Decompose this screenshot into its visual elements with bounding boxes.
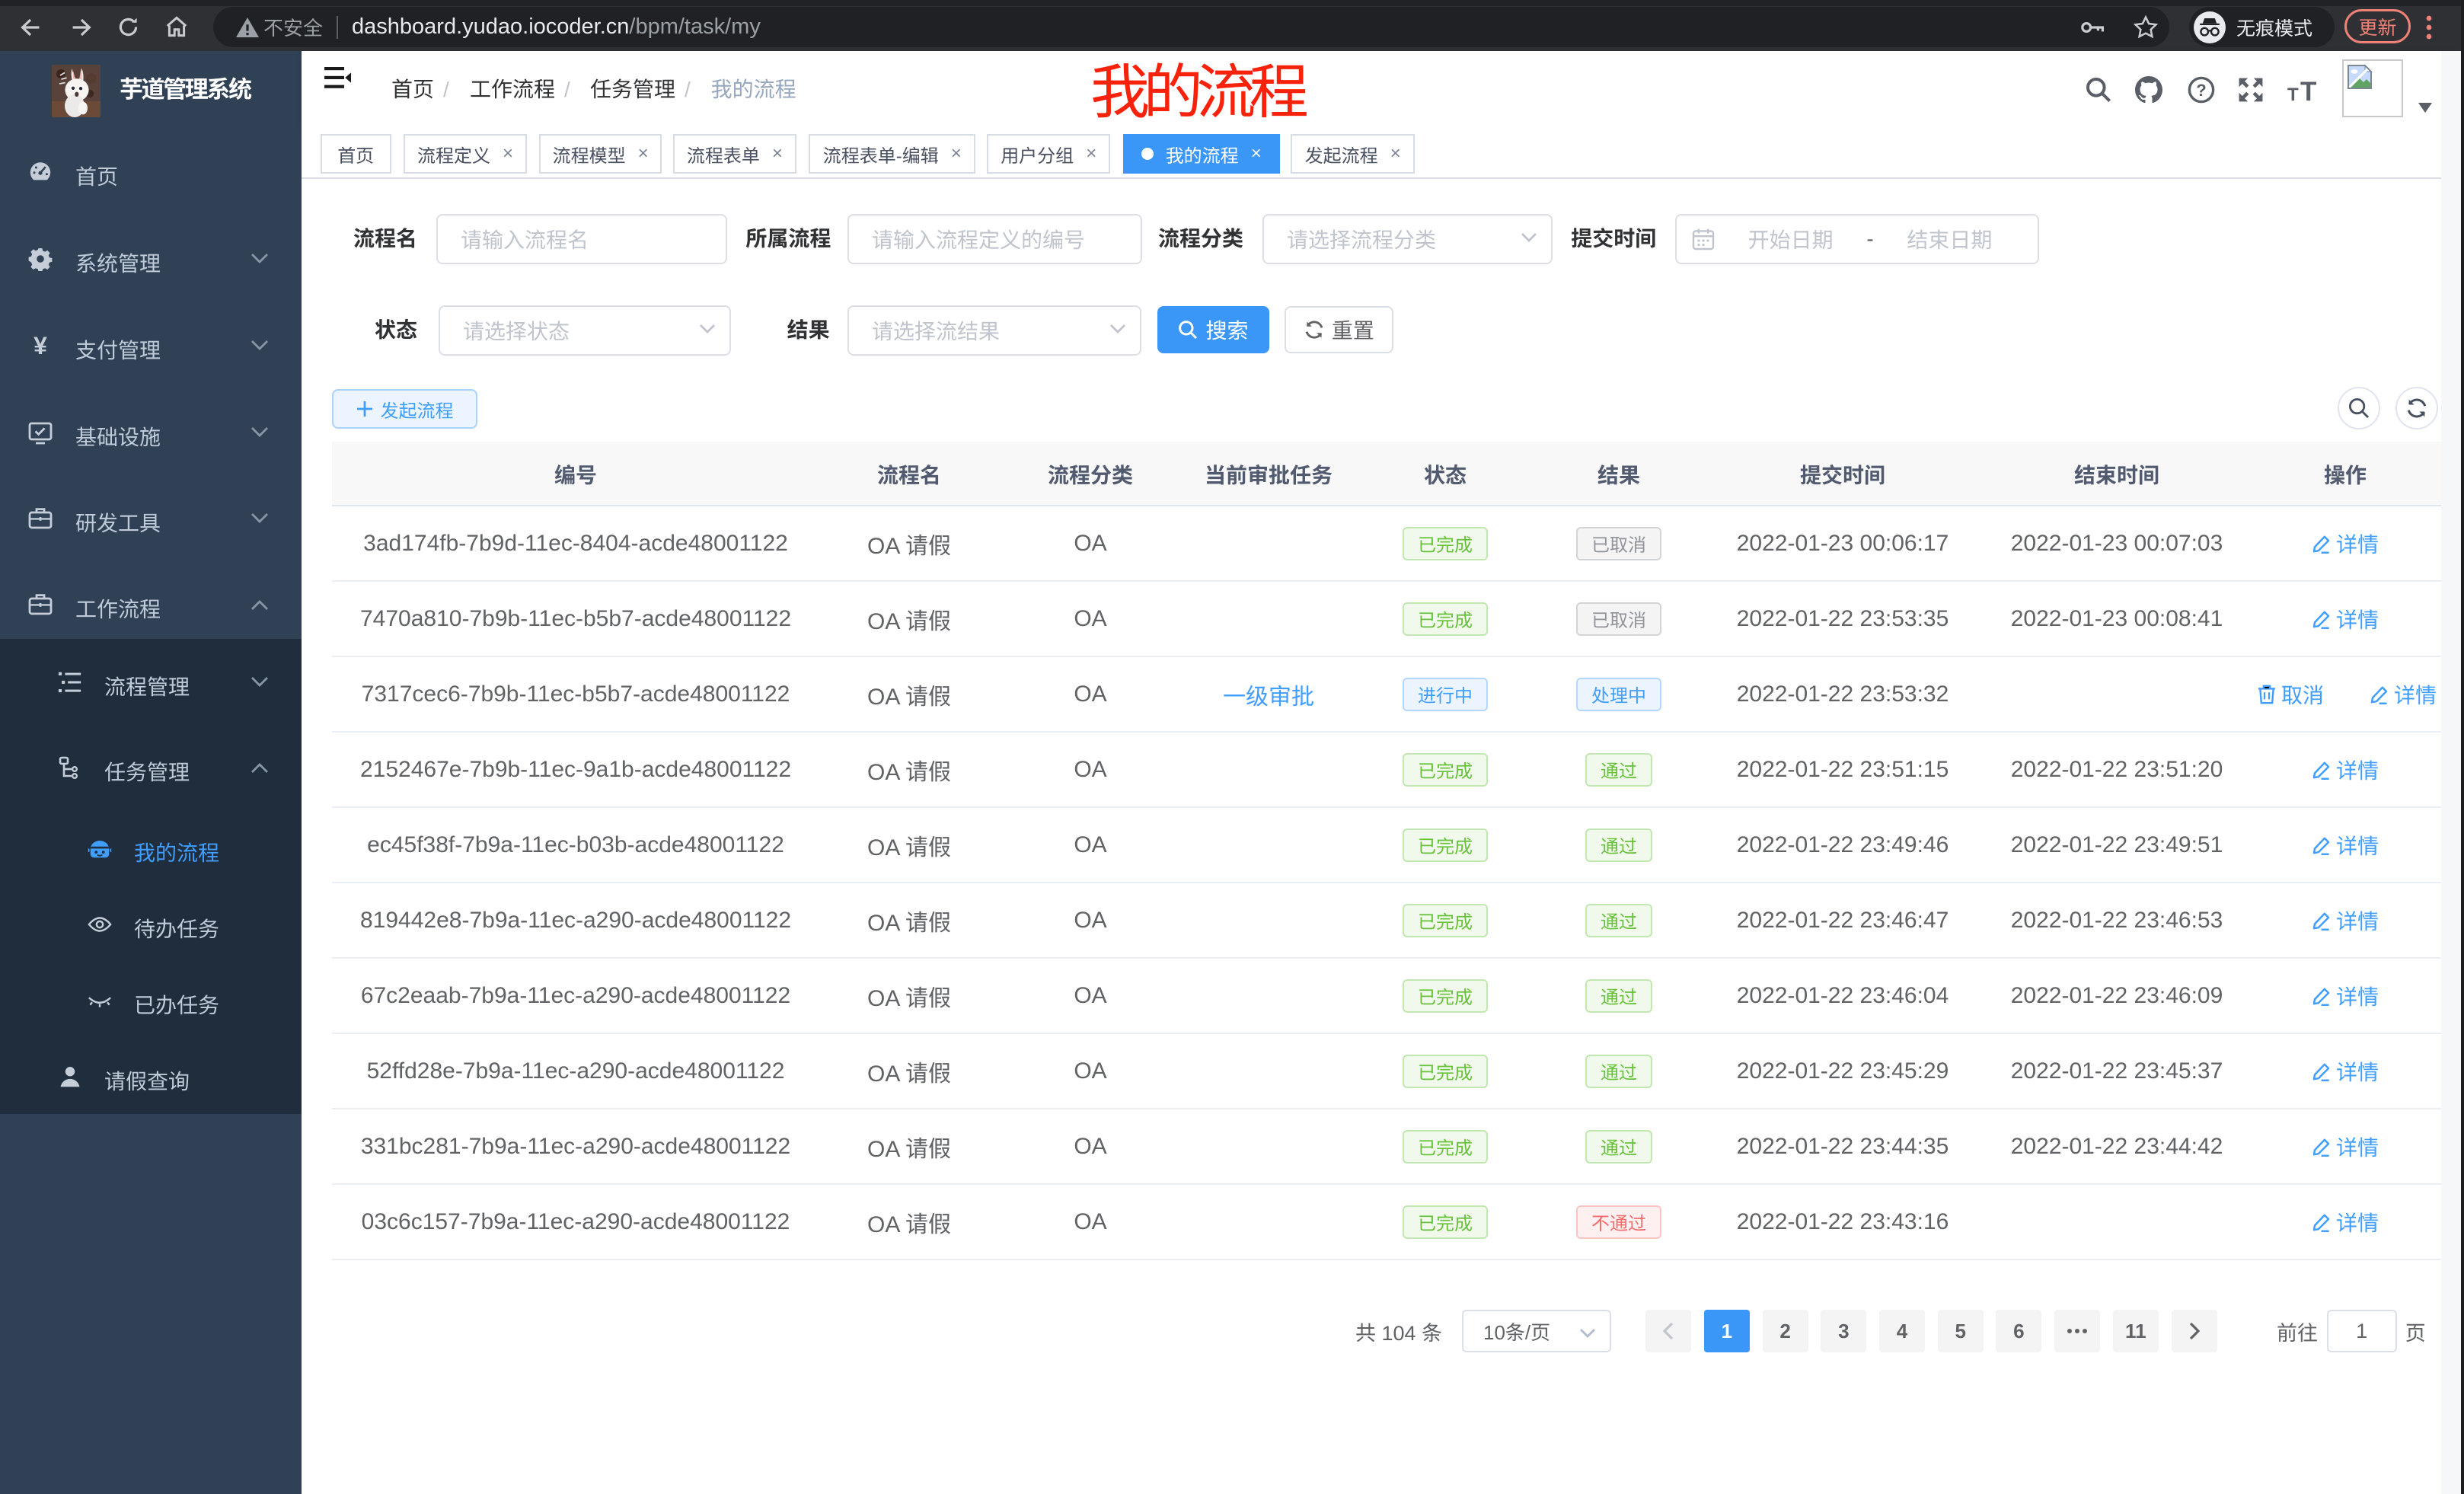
svg-text:¥: ¥: [34, 334, 47, 358]
svg-text:?: ?: [2196, 81, 2206, 100]
svg-text:T: T: [2300, 78, 2316, 102]
svg-text:T: T: [2287, 85, 2299, 102]
